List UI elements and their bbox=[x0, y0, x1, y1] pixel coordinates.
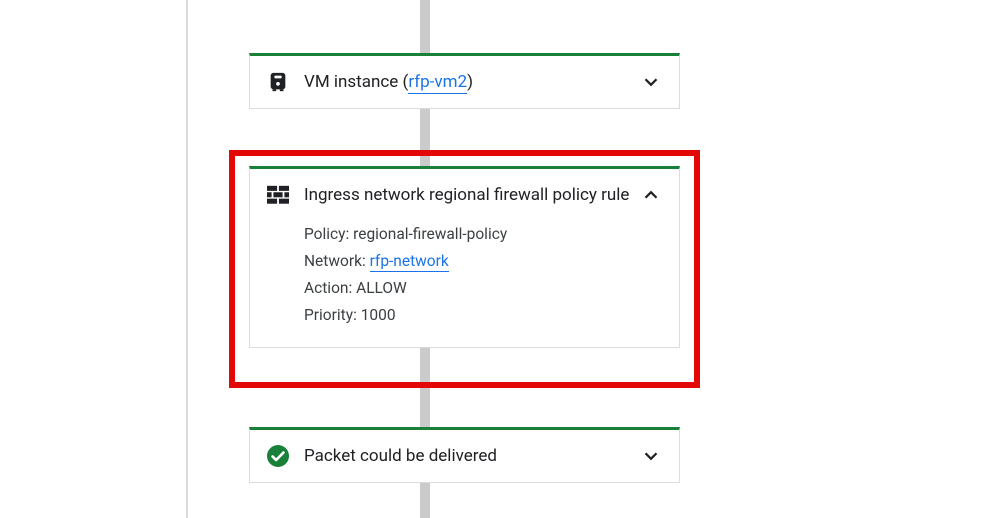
priority-value: 1000 bbox=[361, 306, 396, 324]
chevron-down-icon[interactable] bbox=[639, 444, 663, 468]
chevron-up-icon[interactable] bbox=[639, 183, 663, 207]
policy-label: Policy: bbox=[304, 225, 349, 243]
firewall-policy-card[interactable]: Ingress network regional firewall policy… bbox=[249, 166, 680, 348]
firewall-icon bbox=[266, 183, 290, 207]
vm-title-prefix: VM instance bbox=[304, 72, 398, 92]
network-row: Network: rfp-network bbox=[304, 248, 663, 275]
vm-card-title: VM instance (rfp-vm2) bbox=[304, 70, 639, 94]
close-paren: ) bbox=[467, 72, 473, 92]
priority-label: Priority: bbox=[304, 306, 357, 324]
policy-row: Policy: regional-firewall-policy bbox=[304, 221, 663, 248]
firewall-details: Policy: regional-firewall-policy Network… bbox=[250, 221, 679, 347]
left-divider bbox=[186, 0, 188, 518]
action-label: Action: bbox=[304, 279, 352, 297]
network-link[interactable]: rfp-network bbox=[370, 252, 449, 272]
vm-instance-icon bbox=[266, 70, 290, 94]
vm-instance-card[interactable]: VM instance (rfp-vm2) bbox=[249, 53, 680, 109]
priority-row: Priority: 1000 bbox=[304, 302, 663, 329]
firewall-card-title: Ingress network regional firewall policy… bbox=[304, 183, 639, 207]
policy-value: regional-firewall-policy bbox=[353, 225, 507, 243]
vm-link[interactable]: rfp-vm2 bbox=[408, 72, 467, 94]
delivery-card-title: Packet could be delivered bbox=[304, 444, 639, 468]
check-circle-icon bbox=[266, 444, 290, 468]
chevron-down-icon[interactable] bbox=[639, 70, 663, 94]
network-label: Network: bbox=[304, 252, 366, 270]
action-row: Action: ALLOW bbox=[304, 275, 663, 302]
action-value: ALLOW bbox=[356, 279, 407, 297]
packet-delivered-card[interactable]: Packet could be delivered bbox=[249, 427, 680, 483]
